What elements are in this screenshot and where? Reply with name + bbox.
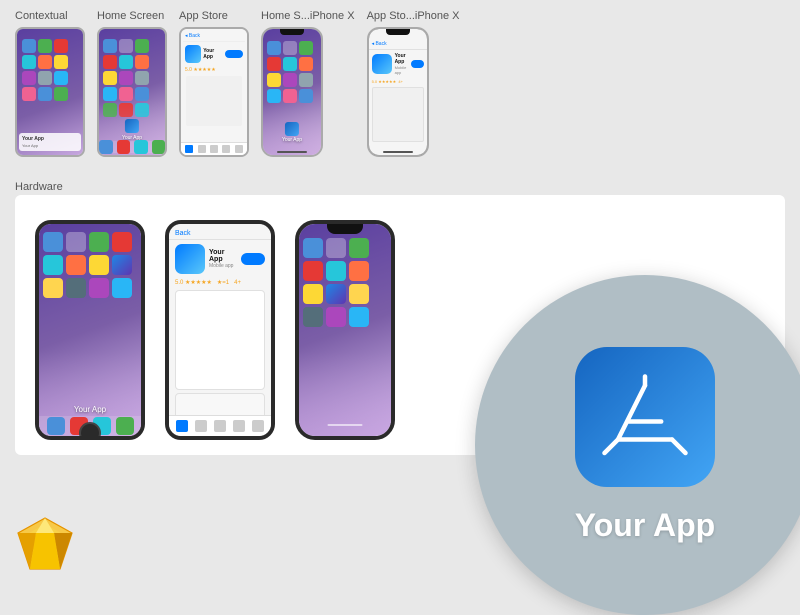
notch-small-2 — [386, 29, 410, 35]
notch-large — [327, 224, 363, 234]
appstore-screen: ◂ Back Your App 5.0 ★★★★★ — [181, 29, 247, 155]
toolbar-icon-2 — [198, 145, 206, 153]
home-screen-x-group: Home S...iPhone X — [261, 10, 355, 157]
app-title-small: Your App — [203, 48, 223, 60]
contextual-group: Contextual — [15, 10, 85, 157]
stars-small: 5.0 ★★★★★ — [183, 66, 245, 74]
as-icon-row-lg: Your App Mobile app — [169, 240, 271, 278]
contextual-phone: Your App Your App — [15, 27, 85, 157]
contextual-label: Contextual — [15, 10, 68, 22]
toolbar-lg-2 — [195, 420, 207, 432]
toolbar-icon-1 — [185, 145, 193, 153]
large-phone-home: Your App — [35, 220, 145, 440]
home-button-1[interactable] — [79, 422, 101, 440]
app-preview-circle: Your App — [475, 275, 800, 615]
large-phone-x — [295, 220, 395, 440]
sketch-logo — [15, 515, 75, 575]
large-home-screen: Your App — [39, 224, 141, 436]
home-screen-x-label: Home S...iPhone X — [261, 10, 355, 22]
app-info-lg: Your App Mobile app — [209, 249, 237, 269]
toolbar-lg-5 — [252, 420, 264, 432]
screenshot-area-lg — [175, 290, 265, 390]
home-screen-label: Home Screen — [97, 10, 164, 22]
large-phone-appstore: Back Your App Mobile app 5.0 ★★★★★ ★=1 4… — [165, 220, 275, 440]
top-section: Contextual — [0, 0, 800, 167]
hardware-container: Your App Back Your Ap — [15, 195, 785, 455]
app-name-circle: Your App — [575, 507, 715, 544]
app-store-x-label: App Sto...iPhone X — [367, 10, 460, 22]
get-button-lg[interactable] — [241, 253, 265, 265]
app-icon-lg — [175, 244, 205, 274]
app-title-lg: Your App — [209, 249, 237, 263]
get-button-small[interactable] — [225, 50, 243, 58]
toolbar-icon-5 — [235, 145, 243, 153]
home-screen-group: Home Screen — [97, 10, 167, 157]
app-store-label: App Store — [179, 10, 228, 22]
home-x-screen: Your App — [263, 29, 321, 155]
app-title-x: Your App — [395, 53, 409, 65]
get-btn-x[interactable] — [411, 60, 423, 68]
toolbar-icon-3 — [210, 145, 218, 153]
appstore-x-screen: ◂ Back Your App Mobile app 5.0 ★★★★★ 4+ — [369, 29, 427, 155]
notch-small-1 — [280, 29, 304, 35]
back-btn-lg: Back — [175, 230, 191, 237]
large-x-screen — [299, 224, 391, 436]
app-store-x-group: App Sto...iPhone X ◂ Back Your App Mobil… — [367, 10, 460, 157]
back-btn-small: ◂ Back — [185, 33, 200, 39]
bottom-section: Hardware Your App — [0, 167, 800, 465]
app-store-x-phone: ◂ Back Your App Mobile app 5.0 ★★★★★ 4+ — [367, 27, 429, 157]
toolbar-lg-4 — [233, 420, 245, 432]
app-icon-x-small — [372, 54, 392, 74]
home-screen-phone: Your App — [97, 27, 167, 157]
app-icon-small — [185, 45, 201, 63]
home-indicator-x — [328, 424, 363, 426]
as-header-lg: Back — [169, 224, 271, 240]
app-store-phone: ◂ Back Your App 5.0 ★★★★★ — [179, 27, 249, 157]
large-home-yourapp: Your App — [74, 405, 106, 414]
stars-lg: 5.0 ★★★★★ ★=1 4+ — [169, 278, 271, 287]
sketch-svg — [15, 515, 75, 575]
screenshot-area-x — [372, 87, 424, 142]
home-screen-x-phone: Your App — [261, 27, 323, 157]
home-screen-screen: Your App — [99, 29, 165, 155]
hardware-label: Hardware — [15, 181, 63, 193]
toolbar-lg-3 — [214, 420, 226, 432]
app-subtitle-lg: Mobile app — [209, 263, 237, 269]
app-store-toolbar — [169, 415, 271, 436]
app-store-group: App Store ◂ Back Your App 5.0 ★★★★★ — [179, 10, 249, 157]
appstore-large-screen: Back Your App Mobile app 5.0 ★★★★★ ★=1 4… — [169, 224, 271, 436]
stars-x: 5.0 ★★★★★ 4+ — [369, 78, 427, 85]
toolbar-icon-4 — [222, 145, 230, 153]
app-icon-large — [575, 347, 715, 487]
toolbar-lg-1 — [176, 420, 188, 432]
contextual-screen: Your App Your App — [17, 29, 83, 155]
appstore-svg-icon — [600, 372, 690, 462]
